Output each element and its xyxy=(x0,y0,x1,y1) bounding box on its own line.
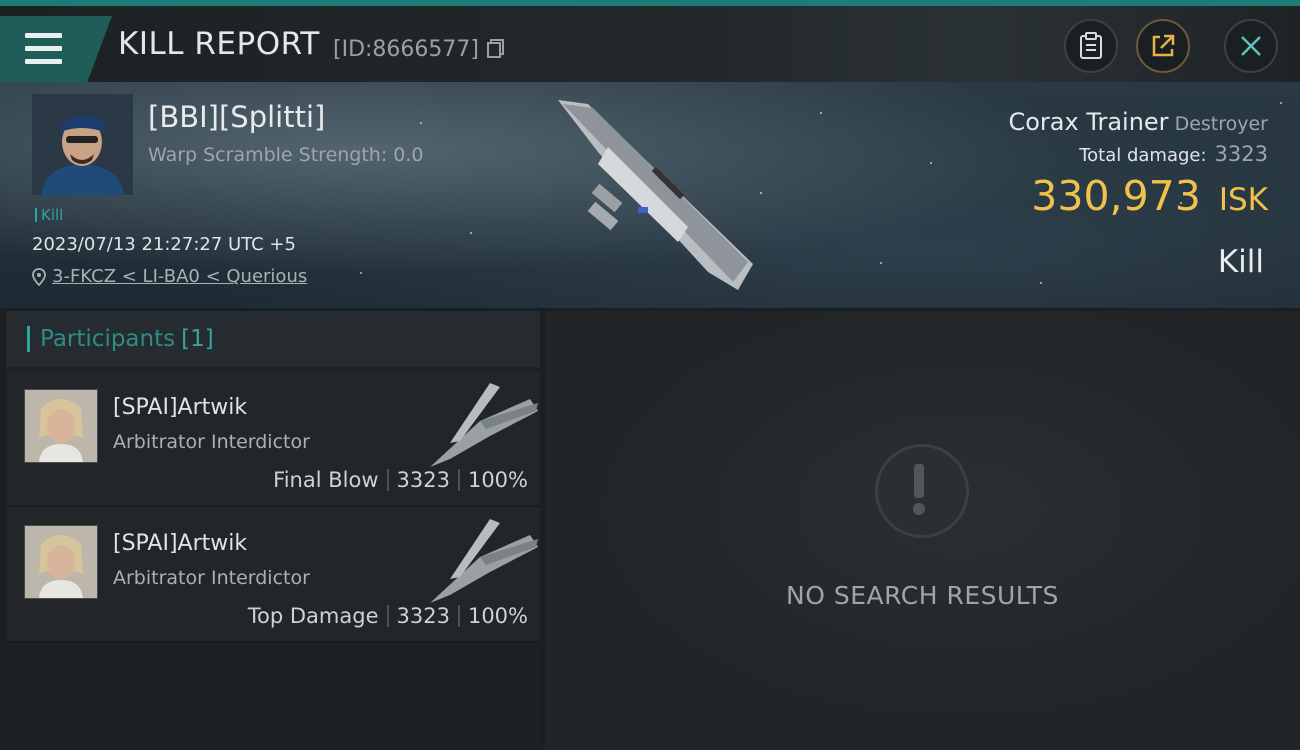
close-button[interactable] xyxy=(1224,19,1278,73)
stat-divider xyxy=(457,469,460,491)
portrait-icon xyxy=(32,94,133,195)
detail-panel: NO SEARCH RESULTS xyxy=(545,311,1300,750)
ship-class: Destroyer xyxy=(1174,113,1268,135)
participant-avatar[interactable] xyxy=(24,525,98,599)
copy-icon[interactable] xyxy=(486,38,506,58)
menu-icon-bar xyxy=(25,59,62,64)
report-id: [ID:8666577] xyxy=(333,37,479,62)
participant-damage: 3323 xyxy=(396,604,450,628)
participant-role: Final Blow xyxy=(273,468,379,492)
participant-row[interactable]: [SPAI]Artwik Arbitrator Interdictor Top … xyxy=(6,507,540,643)
stat-divider xyxy=(386,469,389,491)
participant-stats: Final Blow 3323 100% xyxy=(273,468,528,492)
portrait-icon xyxy=(25,526,97,598)
participants-count: [1] xyxy=(181,326,214,352)
menu-button[interactable] xyxy=(0,16,112,82)
kill-timestamp: 2023/07/13 21:27:27 UTC +5 xyxy=(32,234,296,255)
participant-role: Top Damage xyxy=(247,604,379,628)
participant-stats: Top Damage 3323 100% xyxy=(248,604,528,628)
victim-banner: [BBI][Splitti] Warp Scramble Strength: 0… xyxy=(0,82,1300,308)
stat-divider xyxy=(457,605,460,627)
ship-name: Corax Trainer xyxy=(1008,108,1169,136)
participant-ship: Arbitrator Interdictor xyxy=(113,431,310,453)
participant-name: [SPAI]Artwik xyxy=(113,531,248,556)
participants-panel: Participants [1] [SPAI]Artwik Arbitrator… xyxy=(6,311,540,750)
kill-tag-label: Kill xyxy=(41,206,64,224)
victim-ship-image[interactable] xyxy=(548,92,768,292)
participant-ship: Arbitrator Interdictor xyxy=(113,567,310,589)
result-label: Kill xyxy=(1217,244,1264,280)
header-bar: KILL REPORT [ID:8666577] xyxy=(0,6,1300,82)
total-damage-value: 3323 xyxy=(1214,142,1268,166)
participant-ship-image xyxy=(430,383,538,467)
participant-row[interactable]: [SPAI]Artwik Arbitrator Interdictor Fina… xyxy=(6,371,540,507)
share-button[interactable] xyxy=(1136,19,1190,73)
participant-avatar[interactable] xyxy=(24,389,98,463)
kill-tag: Kill xyxy=(35,206,63,224)
stat-divider xyxy=(386,605,389,627)
participant-name: [SPAI]Artwik xyxy=(113,395,248,420)
exclamation-icon xyxy=(875,444,969,538)
participant-ship-image xyxy=(430,519,538,603)
participant-percent: 100% xyxy=(467,468,528,492)
kill-location[interactable]: 3-FKCZ < LI-BA0 < Querious xyxy=(32,266,307,287)
total-damage-label: Total damage: xyxy=(1079,145,1207,166)
close-icon xyxy=(1241,36,1261,56)
page-title: KILL REPORT xyxy=(118,26,320,62)
victim-avatar[interactable] xyxy=(32,94,133,195)
clipboard-icon xyxy=(1080,32,1102,59)
participant-percent: 100% xyxy=(467,604,528,628)
location-pin-icon xyxy=(32,267,46,286)
share-icon xyxy=(1152,34,1175,57)
total-damage: Total damage: 3323 xyxy=(1079,142,1268,166)
location-link[interactable]: 3-FKCZ < LI-BA0 < Querious xyxy=(52,266,307,287)
portrait-icon xyxy=(25,390,97,462)
participants-title: Participants xyxy=(40,326,176,352)
menu-icon xyxy=(25,33,62,38)
victim-name[interactable]: [BBI][Splitti] xyxy=(148,100,325,134)
clipboard-button[interactable] xyxy=(1064,19,1118,73)
isk-value: 330,973 ISK xyxy=(1031,172,1268,220)
participant-damage: 3323 xyxy=(396,468,450,492)
isk-amount: 330,973 xyxy=(1031,172,1201,220)
menu-icon-bar xyxy=(25,46,62,51)
empty-state-text: NO SEARCH RESULTS xyxy=(786,581,1059,610)
warp-scramble-strength: Warp Scramble Strength: 0.0 xyxy=(148,144,424,166)
participants-header-accent xyxy=(27,326,30,352)
participants-header: Participants [1] xyxy=(6,311,540,367)
victim-ship[interactable]: Corax Trainer Destroyer xyxy=(1008,108,1268,136)
isk-unit: ISK xyxy=(1218,182,1268,218)
